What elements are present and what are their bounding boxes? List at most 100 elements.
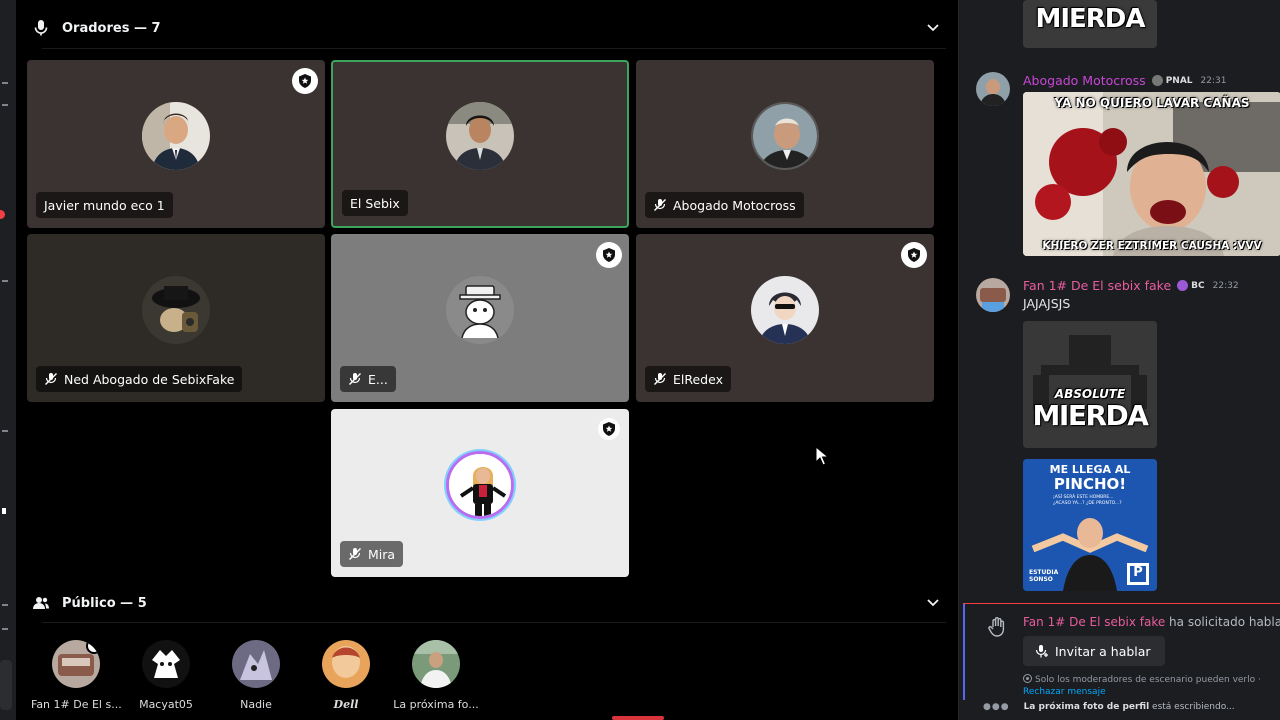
- audience-header-label: Público — 5: [62, 595, 147, 611]
- raised-hand-icon: [988, 617, 1005, 637]
- avatar: [446, 276, 514, 344]
- audience-member[interactable]: Nadie: [211, 640, 301, 711]
- message-text: JAJAJSJS: [1023, 296, 1071, 311]
- clan-icon: [1151, 75, 1163, 86]
- avatar: [52, 640, 100, 688]
- speaker-name-tag: E...: [340, 366, 396, 392]
- people-icon: [32, 594, 50, 612]
- clan-tag: PNAL: [1151, 75, 1193, 86]
- server-sidebar-edge: [0, 0, 16, 720]
- clan-tag-label: BC: [1191, 280, 1205, 291]
- section-divider: [42, 622, 946, 623]
- clan-tag: BC: [1177, 280, 1205, 291]
- clan-icon: [1177, 280, 1189, 291]
- audience-name: Fan 1# De El s...: [31, 698, 121, 711]
- moderator-badge-icon: [292, 68, 318, 94]
- moderator-note-text: Solo los moderadores de escenario pueden…: [1035, 675, 1261, 685]
- eye-icon: [1023, 674, 1032, 683]
- muted-microphone-icon: [654, 199, 666, 211]
- moderator-note: Solo los moderadores de escenario pueden…: [1023, 674, 1280, 698]
- avatar[interactable]: [976, 72, 1010, 106]
- speakers-header[interactable]: Oradores — 7: [32, 9, 942, 47]
- audience-header[interactable]: Público — 5: [32, 584, 942, 622]
- requester-name[interactable]: Fan 1# De El sebix fake: [1023, 615, 1165, 629]
- speaker-name-tag: El Sebix: [342, 190, 408, 216]
- speaker-tile[interactable]: ElRedex: [636, 234, 934, 402]
- message-image[interactable]: MIERDA: [1023, 0, 1157, 48]
- audience-member[interactable]: Dell: [301, 640, 391, 711]
- image-caption: YA NO QUIERO LAVAR CAÑAS: [1054, 96, 1250, 110]
- sidebar-mark: [2, 628, 8, 630]
- mouse-cursor-icon: [815, 446, 829, 466]
- audience-name: Nadie: [240, 698, 272, 711]
- chat-panel: MIERDA Abogado Motocross PNAL 22:31 YA N…: [958, 0, 1280, 720]
- audience-member[interactable]: Fan 1# De El s...: [31, 640, 121, 711]
- avatar: [446, 451, 514, 519]
- timestamp: 22:31: [1200, 75, 1227, 86]
- speaker-tile[interactable]: Mira: [331, 409, 629, 577]
- author-name[interactable]: Fan 1# De El sebix fake: [1023, 278, 1171, 293]
- image-caption: MIERDA: [1035, 4, 1145, 34]
- message-image[interactable]: ME LLEGA AL PINCHO! ¡ASÍ SERÁ ESTE HOMBR…: [1023, 459, 1157, 591]
- avatar: [232, 640, 280, 688]
- speaker-name-tag: Javier mundo eco 1: [36, 192, 173, 218]
- moderator-badge-icon: [598, 418, 620, 440]
- speaker-name: Javier mundo eco 1: [44, 197, 165, 213]
- muted-microphone-icon: [349, 373, 361, 385]
- audience-name: Macyat05: [139, 698, 193, 711]
- speaker-tile[interactable]: Javier mundo eco 1: [27, 60, 325, 228]
- leave-button-edge[interactable]: [612, 716, 664, 720]
- typing-indicator: ●●● La próxima foto de perfil está escrib…: [983, 702, 1235, 712]
- dismiss-message-link[interactable]: Rechazar mensaje: [1023, 687, 1106, 697]
- sidebar-mark: [2, 430, 8, 432]
- section-divider: [42, 48, 946, 49]
- audience-member[interactable]: Macyat05: [121, 640, 211, 711]
- moderator-badge-icon: [596, 242, 622, 268]
- timestamp: 22:32: [1212, 280, 1239, 291]
- avatar: [446, 102, 514, 170]
- typing-text: está escribiendo...: [1149, 702, 1235, 712]
- typing-dots-icon: ●●●: [983, 702, 1010, 712]
- sidebar-button[interactable]: [0, 660, 12, 710]
- message-image[interactable]: ABSOLUTE MIERDA: [1023, 321, 1157, 448]
- author-name[interactable]: Abogado Motocross: [1023, 73, 1146, 88]
- audience-member[interactable]: La próxima fo...: [391, 640, 481, 711]
- message-image[interactable]: YA NO QUIERO LAVAR CAÑAS KHIERO ZER EZTR…: [1023, 92, 1280, 256]
- speaker-tile[interactable]: E...: [331, 234, 629, 402]
- speaker-name: Abogado Motocross: [673, 197, 796, 213]
- audience-name: La próxima fo...: [393, 698, 479, 711]
- speaker-name: El Sebix: [350, 195, 400, 211]
- avatar: [751, 102, 819, 170]
- microphone-plus-icon: [1035, 645, 1048, 658]
- clan-tag-label: PNAL: [1165, 75, 1193, 86]
- speaker-name: ElRedex: [673, 371, 723, 387]
- avatar: [751, 276, 819, 344]
- avatar: [322, 640, 370, 688]
- image-caption: ¡ASÍ SERÁ ESTE HOMBRE... ¿ACASO YA...? ¿…: [1053, 495, 1122, 506]
- speakers-header-label: Oradores — 7: [62, 20, 161, 36]
- speaker-name: Mira: [368, 546, 396, 562]
- speaker-tile[interactable]: El Sebix: [331, 60, 629, 228]
- invite-to-speak-button[interactable]: Invitar a hablar: [1023, 636, 1165, 666]
- muted-microphone-icon: [349, 548, 361, 560]
- avatar: [412, 640, 460, 688]
- image-caption: ESTUDIA SONSO: [1029, 569, 1059, 583]
- speak-request-message: Fan 1# De El sebix fake ha solicitado ha…: [963, 604, 1280, 700]
- chevron-down-icon[interactable]: [924, 19, 942, 37]
- microphone-icon: [32, 19, 50, 37]
- speaker-name-tag: Mira: [340, 541, 404, 567]
- speaker-name-tag: Ned Abogado de SebixFake: [36, 366, 243, 392]
- speaker-tile[interactable]: Ned Abogado de SebixFake: [27, 234, 325, 402]
- muted-microphone-icon: [45, 373, 57, 385]
- invite-button-label: Invitar a hablar: [1055, 643, 1151, 659]
- image-caption: MIERDA: [1032, 399, 1149, 432]
- message-header: Abogado Motocross PNAL 22:31: [1023, 73, 1226, 88]
- audience-name: Dell: [333, 698, 359, 711]
- speaker-tile[interactable]: Abogado Motocross: [636, 60, 934, 228]
- sidebar-mark: [2, 604, 8, 606]
- sidebar-mark: [2, 508, 6, 514]
- chevron-down-icon[interactable]: [924, 594, 942, 612]
- typing-user: La próxima foto de perfil: [1023, 702, 1150, 712]
- speaker-name: Ned Abogado de SebixFake: [64, 371, 235, 387]
- avatar[interactable]: [976, 278, 1010, 312]
